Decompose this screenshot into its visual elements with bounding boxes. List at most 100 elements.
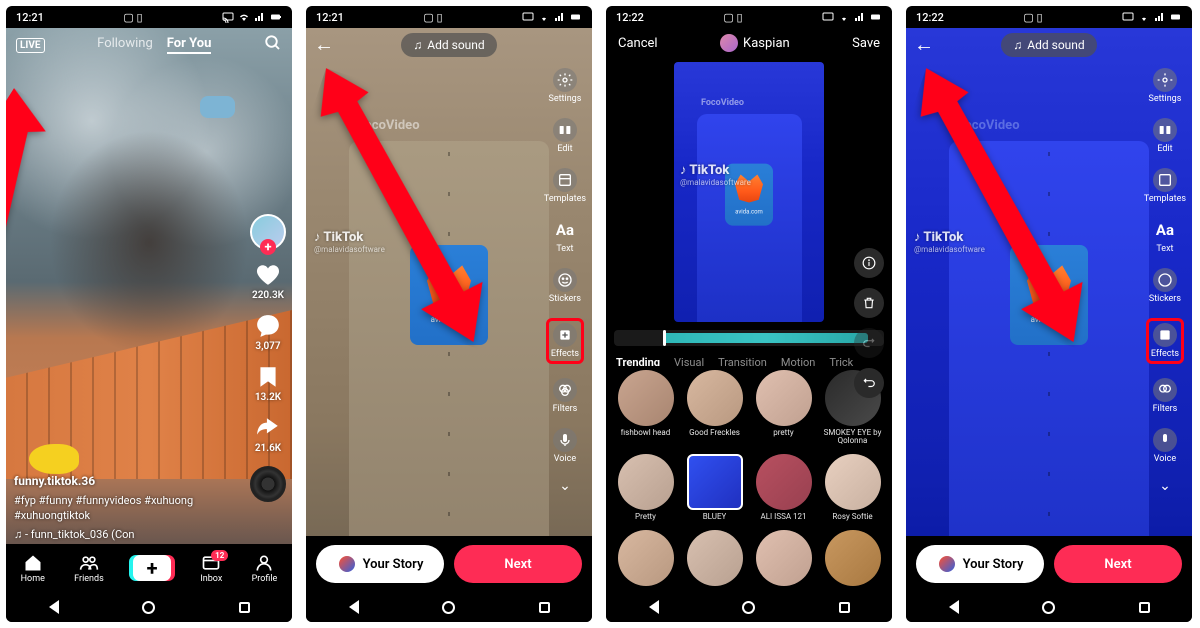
effect-freckles[interactable]: Good Freckles	[683, 370, 746, 447]
tab-foryou[interactable]: For You	[167, 36, 212, 54]
your-story-button[interactable]: Your Story	[916, 545, 1044, 583]
android-home[interactable]	[139, 597, 159, 617]
android-recents[interactable]	[234, 597, 254, 617]
tool-text[interactable]: AaText	[553, 218, 577, 254]
back-arrow-icon[interactable]: ←	[314, 32, 334, 57]
save-button[interactable]: 13.2K	[255, 364, 281, 403]
save-button[interactable]: Save	[852, 36, 880, 51]
tool-effects[interactable]: Effects	[1146, 318, 1184, 364]
effect-pretty[interactable]: pretty	[752, 370, 815, 447]
add-sound-button[interactable]: ♫Add sound	[1001, 33, 1096, 57]
tab-trending[interactable]: Trending	[616, 356, 660, 362]
share-button[interactable]: 21.6K	[255, 415, 281, 454]
heart-icon	[255, 262, 281, 288]
tab-trick[interactable]: Trick	[829, 356, 853, 362]
effect-pretty2[interactable]: Pretty	[614, 454, 677, 522]
search-icon[interactable]	[264, 34, 282, 56]
info-button[interactable]	[854, 248, 884, 278]
profile-icon	[254, 553, 274, 573]
android-nav	[606, 592, 892, 622]
effect-ali[interactable]: ALI ISSA 121	[752, 454, 815, 522]
tool-more[interactable]: ⌄	[1159, 478, 1171, 494]
tool-voice[interactable]: Voice	[1153, 428, 1177, 464]
nav-create[interactable]: +	[133, 555, 171, 581]
next-button[interactable]: Next	[454, 545, 582, 583]
editor-header: ← ♫Add sound	[906, 32, 1192, 57]
cancel-button[interactable]: Cancel	[618, 36, 658, 51]
author-username[interactable]: funny.tiktok.36	[14, 473, 222, 490]
back-arrow-icon[interactable]: ←	[914, 32, 934, 57]
add-sound-button[interactable]: ♫ Add sound	[401, 33, 496, 57]
effect-rosy[interactable]: Rosy Softie	[821, 454, 884, 522]
templates-icon	[1153, 168, 1177, 192]
timeline[interactable]	[614, 330, 884, 346]
tool-stickers[interactable]: Stickers	[1149, 268, 1181, 304]
nav-home[interactable]: Home	[21, 553, 45, 584]
signal-icon	[554, 11, 566, 23]
effect-more1[interactable]	[614, 530, 677, 586]
stickers-icon	[553, 268, 577, 292]
tool-edit[interactable]: Edit	[553, 118, 577, 154]
editor-footer: Your Story Next	[306, 536, 592, 592]
effect-more2[interactable]	[683, 530, 746, 586]
video-caption: funny.tiktok.36 #fyp #funny #funnyvideos…	[14, 473, 222, 542]
tool-text[interactable]: AaText	[1153, 218, 1177, 254]
tab-motion[interactable]: Motion	[781, 356, 816, 362]
android-recents[interactable]	[1134, 597, 1154, 617]
tool-templates[interactable]: Templates	[544, 168, 586, 204]
cast-icon	[522, 11, 534, 23]
tool-settings[interactable]: Settings	[1149, 68, 1182, 104]
delete-button[interactable]	[854, 288, 884, 318]
wifi-icon	[538, 11, 550, 23]
tab-visual[interactable]: Visual	[674, 356, 704, 362]
effect-title: Kaspian	[720, 34, 790, 52]
tool-edit[interactable]: Edit	[1153, 118, 1177, 154]
effects-picker: Cancel Kaspian Save FocoVideo avida.com …	[606, 28, 892, 592]
tool-templates[interactable]: Templates	[1144, 168, 1186, 204]
tool-voice[interactable]: Voice	[553, 428, 577, 464]
tab-following[interactable]: Following	[97, 36, 153, 54]
tool-filters[interactable]: Filters	[1153, 378, 1178, 414]
feed-tabs: Following For You	[97, 36, 211, 54]
feed-video[interactable]: LIVE Following For You + 220.3K 3,077	[6, 28, 292, 592]
effect-fishbowl[interactable]: fishbowl head	[614, 370, 677, 447]
android-back[interactable]	[44, 597, 64, 617]
voice-icon	[1153, 428, 1177, 452]
android-home[interactable]	[1039, 597, 1059, 617]
android-recents[interactable]	[534, 597, 554, 617]
caption-tags[interactable]: #fyp #funny #funnyvideos #xuhuong #xuhuo…	[14, 493, 222, 524]
effect-more3[interactable]	[752, 530, 815, 586]
android-home[interactable]	[439, 597, 459, 617]
comment-icon	[255, 313, 281, 339]
live-icon[interactable]: LIVE	[16, 38, 45, 53]
author-avatar[interactable]: +	[250, 214, 286, 250]
sound-disc-icon[interactable]	[250, 466, 286, 502]
nav-profile[interactable]: Profile	[252, 553, 278, 584]
effect-bluey-selected[interactable]: BLUEY	[683, 454, 746, 522]
android-back[interactable]	[644, 597, 664, 617]
android-back[interactable]	[344, 597, 364, 617]
timeline-playhead[interactable]	[663, 330, 666, 346]
android-back[interactable]	[944, 597, 964, 617]
tool-more[interactable]: ⌄	[559, 478, 571, 494]
timeline-clip[interactable]	[663, 333, 868, 343]
effect-more4[interactable]	[821, 530, 884, 586]
like-button[interactable]: 220.3K	[252, 262, 284, 301]
android-recents[interactable]	[834, 597, 854, 617]
tool-effects[interactable]: Effects	[546, 318, 584, 364]
sound-marquee[interactable]: ♫ - funn_tiktok_036 (Con	[14, 527, 222, 542]
follow-plus-icon[interactable]: +	[260, 239, 276, 255]
android-home[interactable]	[739, 597, 759, 617]
templates-icon	[553, 168, 577, 192]
next-button[interactable]: Next	[1054, 545, 1182, 583]
tool-stickers[interactable]: Stickers	[549, 268, 581, 304]
nav-friends[interactable]: Friends	[74, 553, 104, 584]
undo-button[interactable]	[854, 368, 884, 398]
your-story-button[interactable]: Your Story	[316, 545, 444, 583]
nav-inbox[interactable]: 12 Inbox	[200, 553, 222, 584]
tool-settings[interactable]: Settings	[549, 68, 582, 104]
tab-transition[interactable]: Transition	[718, 356, 767, 362]
tool-filters[interactable]: Filters	[553, 378, 578, 414]
redo-button[interactable]	[854, 328, 884, 358]
comment-button[interactable]: 3,077	[255, 313, 281, 352]
